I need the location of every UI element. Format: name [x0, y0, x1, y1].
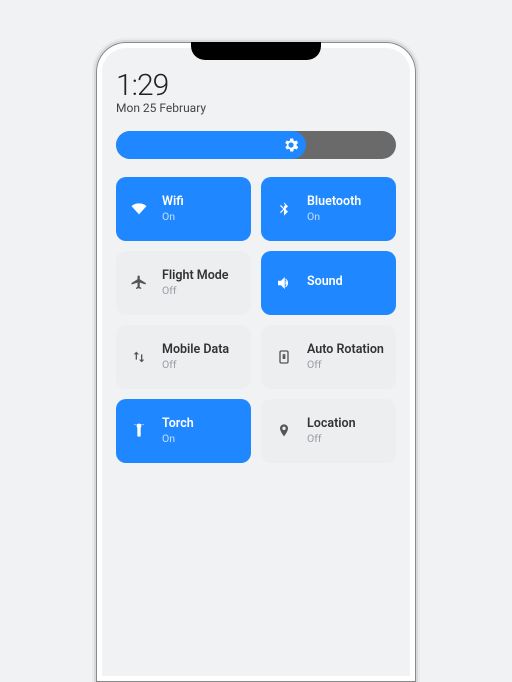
airplane-icon	[128, 272, 150, 294]
tile-label: Flight Mode	[162, 269, 229, 283]
notch	[191, 42, 321, 60]
tile-torch[interactable]: Torch On	[116, 399, 251, 463]
tile-flight-mode[interactable]: Flight Mode Off	[116, 251, 251, 315]
gear-icon	[282, 136, 300, 154]
tile-label: Bluetooth	[307, 195, 361, 209]
tile-status: Off	[162, 285, 229, 297]
rotation-lock-icon	[273, 346, 295, 368]
bluetooth-icon	[273, 198, 295, 220]
tile-status: Off	[307, 433, 356, 445]
tile-mobile-data[interactable]: Mobile Data Off	[116, 325, 251, 389]
tile-label: Mobile Data	[162, 343, 229, 357]
wifi-icon	[128, 198, 150, 220]
brightness-slider[interactable]	[116, 131, 396, 159]
tile-location[interactable]: Location Off	[261, 399, 396, 463]
tiles-grid: Wifi On Bluetooth On	[116, 177, 396, 463]
tile-status: Off	[307, 359, 384, 371]
tile-label: Location	[307, 417, 356, 431]
torch-icon	[128, 420, 150, 442]
tile-label: Sound	[307, 275, 343, 289]
tile-sound[interactable]: Sound	[261, 251, 396, 315]
tile-status: On	[307, 211, 361, 223]
clock-time: 1:29	[116, 68, 396, 103]
phone-frame: 1:29 Mon 25 February Wifi On	[96, 42, 416, 682]
tile-label: Auto Rotation	[307, 343, 384, 357]
tile-wifi[interactable]: Wifi On	[116, 177, 251, 241]
tile-status: On	[162, 433, 194, 445]
brightness-fill	[116, 131, 306, 159]
tile-auto-rotation[interactable]: Auto Rotation Off	[261, 325, 396, 389]
sound-icon	[273, 272, 295, 294]
quick-settings-panel: 1:29 Mon 25 February Wifi On	[102, 48, 410, 463]
tile-bluetooth[interactable]: Bluetooth On	[261, 177, 396, 241]
tile-label: Wifi	[162, 195, 184, 209]
screen: 1:29 Mon 25 February Wifi On	[102, 48, 410, 676]
tile-status: On	[162, 211, 184, 223]
tile-status: Off	[162, 359, 229, 371]
tile-label: Torch	[162, 417, 194, 431]
data-arrows-icon	[128, 346, 150, 368]
location-pin-icon	[273, 420, 295, 442]
clock-date: Mon 25 February	[116, 101, 396, 115]
